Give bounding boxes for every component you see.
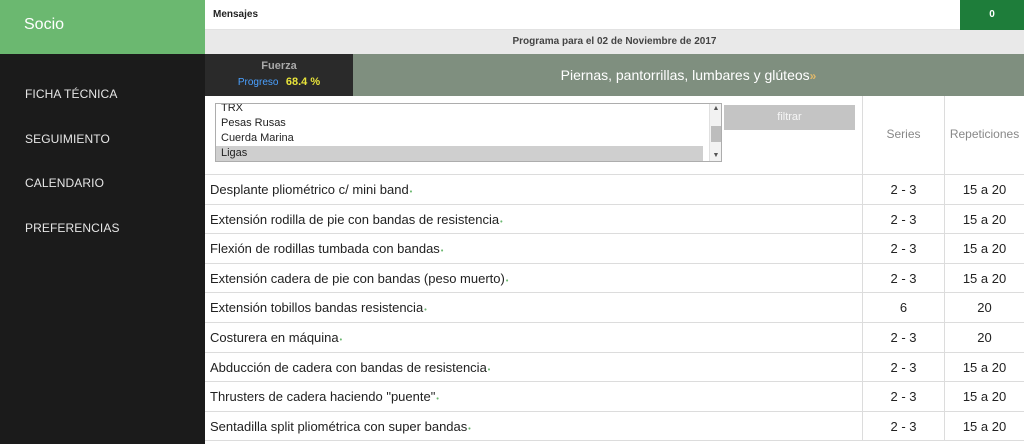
exercise-name: Extensión tobillos bandas resistencia: [210, 300, 424, 316]
reps-cell: 15 a 20: [944, 175, 1024, 205]
series-cell: 2 - 3: [862, 263, 944, 294]
table-row: Desplante pliométrico c/ mini band• 2 - 3…: [205, 175, 1024, 205]
scroll-up-arrow-icon[interactable]: ▲: [710, 104, 721, 114]
exercise-name-link[interactable]: Abducción de cadera con bandas de resist…: [210, 360, 490, 375]
series-cell: 2 - 3: [862, 352, 944, 383]
series-cell: 2 - 3: [862, 175, 944, 205]
table-row: Thrusters de cadera haciendo "puente"• 2 …: [205, 382, 1024, 412]
listbox-option[interactable]: Cuerda Marina: [216, 131, 721, 146]
messages-link[interactable]: Mensajes: [213, 9, 258, 20]
exercise-name: Desplante pliométrico c/ mini band: [210, 182, 409, 197]
table-row: Costurera en máquina• 2 - 3 20: [205, 322, 1024, 353]
exercise-name: Extensión cadera de pie con bandas (peso…: [210, 270, 505, 286]
listbox-option[interactable]: TRX: [216, 104, 721, 116]
series-cell: 2 - 3: [862, 411, 944, 442]
progress-label: Progreso: [237, 77, 279, 88]
program-date-title: Programa para el 02 de Noviembre de 2017: [205, 30, 1024, 54]
row-marker-icon: •: [505, 277, 509, 285]
row-marker-icon: •: [468, 425, 471, 433]
exercise-name-link[interactable]: Thrusters de cadera haciendo "puente"•: [210, 389, 439, 404]
exercise-table: Desplante pliométrico c/ mini band• 2 - 3…: [205, 175, 1024, 442]
exercise-name-link[interactable]: Desplante pliométrico c/ mini band•: [210, 182, 412, 197]
row-marker-icon: •: [409, 189, 413, 196]
reps-cell: 15 a 20: [944, 234, 1024, 264]
exercise-name-link[interactable]: Costurera en máquina•: [210, 330, 342, 345]
reps-column-header: Repeticiones: [944, 96, 1024, 175]
series-cell: 2 - 3: [862, 234, 944, 264]
messages-count-badge[interactable]: 0: [960, 0, 1024, 30]
reps-cell: 15 a 20: [944, 352, 1024, 383]
exercise-name-link[interactable]: Extensión cadera de pie con bandas (peso…: [210, 271, 508, 286]
row-marker-icon: •: [500, 218, 503, 226]
series-cell: 6: [862, 293, 944, 323]
progress-value: 68.4 %: [285, 76, 321, 88]
series-column-header: Series: [862, 96, 944, 175]
training-focus-panel: Fuerza Progreso 68.4 %: [205, 54, 353, 96]
row-marker-icon: •: [487, 366, 491, 374]
exercise-name-link[interactable]: Extensión rodilla de pie con bandas de r…: [210, 212, 503, 227]
exercise-name-link[interactable]: Extensión tobillos bandas resistencia•: [210, 300, 427, 315]
sidebar-item-calendario[interactable]: CALENDARIO: [0, 176, 205, 221]
series-cell: 2 - 3: [862, 382, 944, 412]
sidebar-nav: FICHA TÉCNICA SEGUIMIENTO CALENDARIO PRE…: [0, 54, 205, 265]
row-marker-icon: •: [424, 307, 427, 315]
listbox-option-selected[interactable]: Ligas: [216, 146, 703, 161]
brand-title[interactable]: Socio: [0, 0, 205, 54]
table-row: Abducción de cadera con bandas de resist…: [205, 352, 1024, 383]
focus-label: Fuerza: [261, 60, 297, 72]
sidebar: Socio FICHA TÉCNICA SEGUIMIENTO CALENDAR…: [0, 0, 205, 444]
exercise-name: Flexión de rodillas tumbada con bandas: [210, 241, 440, 257]
scroll-thumb[interactable]: [711, 126, 721, 142]
reps-cell: 20: [944, 293, 1024, 323]
sidebar-item-preferencias[interactable]: PREFERENCIAS: [0, 221, 205, 266]
table-row: Flexión de rodillas tumbada con bandas• 2…: [205, 234, 1024, 264]
filter-row: TRX Pesas Rusas Cuerda Marina Ligas ▲ ▼ …: [205, 96, 1024, 175]
progress-line: Progreso 68.4 %: [205, 72, 353, 90]
table-row: Extensión cadera de pie con bandas (peso…: [205, 263, 1024, 294]
table-row: Extensión tobillos bandas resistencia• 6 2…: [205, 293, 1024, 323]
reps-cell: 15 a 20: [944, 382, 1024, 412]
exercise-name: Extensión rodilla de pie con bandas de r…: [210, 211, 500, 227]
muscle-group-title: Piernas, pantorrillas, lumbares y glúteo…: [560, 67, 810, 83]
reps-cell: 20: [944, 322, 1024, 353]
listbox-scrollbar[interactable]: ▲ ▼: [709, 104, 721, 161]
muscle-group-banner[interactable]: Piernas, pantorrillas, lumbares y glúteo…: [353, 54, 1024, 96]
exercise-name: Thrusters de cadera haciendo "puente": [210, 389, 436, 405]
filter-button[interactable]: filtrar: [724, 105, 855, 130]
top-bar: Mensajes 0: [205, 0, 1024, 30]
table-row: Extensión rodilla de pie con bandas de r…: [205, 204, 1024, 235]
table-row: Sentadilla split pliométrica con super b…: [205, 411, 1024, 442]
sidebar-item-seguimiento[interactable]: SEGUIMIENTO: [0, 132, 205, 177]
reps-cell: 15 a 20: [944, 204, 1024, 235]
row-marker-icon: •: [436, 396, 439, 404]
exercise-name: Abducción de cadera con bandas de resist…: [210, 359, 487, 375]
row-marker-icon: •: [440, 248, 444, 256]
reps-cell: 15 a 20: [944, 411, 1024, 442]
equipment-listbox[interactable]: TRX Pesas Rusas Cuerda Marina Ligas ▲ ▼: [215, 103, 722, 162]
row-marker-icon: •: [339, 336, 343, 344]
exercise-name-link[interactable]: Flexión de rodillas tumbada con bandas•: [210, 241, 443, 256]
exercise-name: Sentadilla split pliométrica con super b…: [210, 418, 468, 434]
exercise-name: Costurera en máquina: [210, 329, 339, 345]
exercise-name-link[interactable]: Sentadilla split pliométrica con super b…: [210, 419, 471, 434]
listbox-option[interactable]: Pesas Rusas: [216, 116, 721, 131]
reps-cell: 15 a 20: [944, 263, 1024, 294]
series-cell: 2 - 3: [862, 204, 944, 235]
series-cell: 2 - 3: [862, 322, 944, 353]
scroll-down-arrow-icon[interactable]: ▼: [710, 151, 721, 161]
double-chevron-right-icon: »: [809, 69, 817, 83]
sidebar-item-ficha-tecnica[interactable]: FICHA TÉCNICA: [0, 87, 205, 132]
